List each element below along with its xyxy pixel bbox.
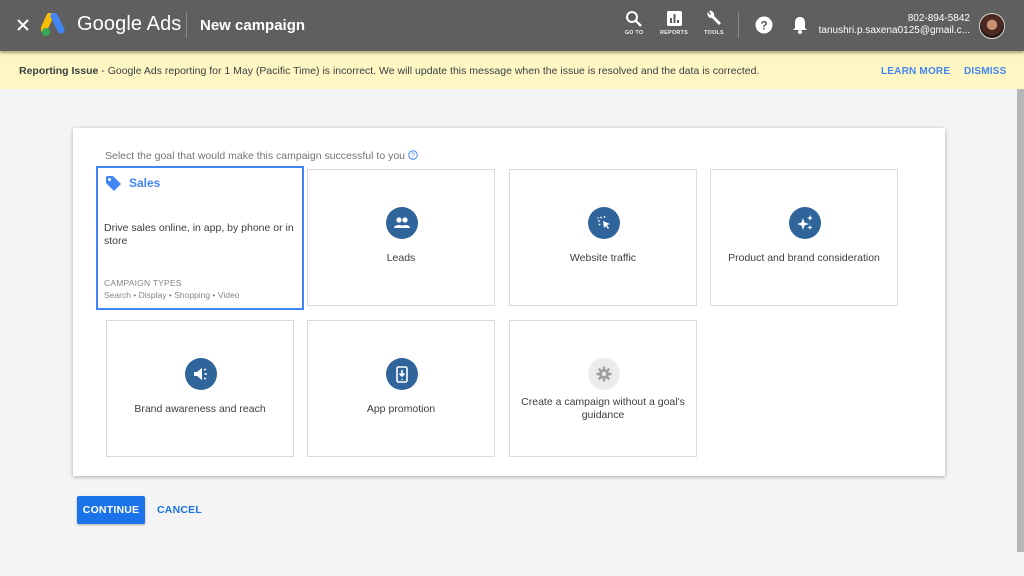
help-icon[interactable]: ? [755,16,773,34]
avatar[interactable] [979,13,1005,39]
tools-label: TOOLS [704,30,724,36]
header-divider [186,12,187,38]
reports-label: REPORTS [660,30,688,36]
banner-message: Reporting Issue - Google Ads reporting f… [19,65,759,77]
tools-button[interactable]: TOOLS [694,10,734,36]
tag-icon [105,175,122,197]
phone-download-icon [386,358,418,390]
brand-name: Google Ads [77,13,182,35]
goal-tile-product-brand-consideration[interactable]: Product and brand consideration [710,169,898,306]
goal-name: Leads [386,252,416,264]
goal-prompt-text: Select the goal that would make this cam… [105,150,405,162]
goal-name: Create a campaign without a goal's guida… [521,396,685,421]
goal-name: Sales [129,176,161,190]
banner-title: Reporting Issue [19,65,99,77]
megaphone-icon [185,358,217,390]
account-email: tanushri.p.saxena0125@gmail.c... [818,25,970,36]
cursor-click-icon [588,207,620,239]
goal-name: Brand awareness and reach [134,403,266,415]
goal-tile-website-traffic[interactable]: Website traffic [509,169,697,306]
goal-selection-card: Select the goal that would make this cam… [73,128,945,476]
goal-name: Website traffic [569,252,637,264]
page-scrollbar[interactable] [1017,89,1024,552]
bell-icon[interactable] [791,15,809,35]
goal-tile-sales[interactable]: Sales Drive sales online, in app, by pho… [96,166,304,310]
goal-name: Product and brand consideration [728,252,880,264]
dismiss-button[interactable]: DISMISS [964,66,1007,77]
wrench-icon [707,10,721,25]
cancel-button[interactable]: CANCEL [151,496,208,524]
header-divider-2 [738,12,739,38]
reporting-issue-banner: Reporting Issue - Google Ads reporting f… [0,51,1024,89]
gear-icon [588,358,620,390]
page-title: New campaign [200,17,306,34]
goal-description: Drive sales online, in app, by phone or … [104,222,294,247]
continue-button[interactable]: CONTINUE [77,496,145,524]
reports-button[interactable]: REPORTS [654,10,694,36]
google-ads-logo-icon [40,12,67,37]
go-to-button[interactable]: GO TO [614,10,654,36]
top-app-bar: Google Ads New campaign GO TO REPORTS TO… [0,0,1024,51]
close-icon[interactable] [14,16,32,34]
goal-prompt: Select the goal that would make this cam… [105,150,418,162]
account-phone: 802-894-5842 [907,13,970,24]
campaign-types-list: Search • Display • Shopping • Video [104,290,240,300]
goal-tile-no-guidance[interactable]: Create a campaign without a goal's guida… [509,320,697,457]
help-circle-icon[interactable]: ? [408,150,418,160]
sparkle-icon [789,207,821,239]
svg-text:?: ? [411,153,415,160]
campaign-types-title: CAMPAIGN TYPES [104,278,182,288]
goal-tile-leads[interactable]: Leads [307,169,495,306]
account-info[interactable]: 802-894-5842 tanushri.p.saxena0125@gmail… [819,13,970,37]
reports-icon [666,11,682,26]
go-to-label: GO TO [624,30,644,36]
banner-text: - Google Ads reporting for 1 May (Pacifi… [98,65,760,77]
people-icon [386,207,418,239]
search-icon [626,11,642,27]
svg-text:?: ? [760,19,767,33]
learn-more-link[interactable]: LEARN MORE [881,66,950,77]
goal-tile-brand-awareness[interactable]: Brand awareness and reach [106,320,294,457]
goal-tile-app-promotion[interactable]: App promotion [307,320,495,457]
goal-name: App promotion [366,403,436,415]
